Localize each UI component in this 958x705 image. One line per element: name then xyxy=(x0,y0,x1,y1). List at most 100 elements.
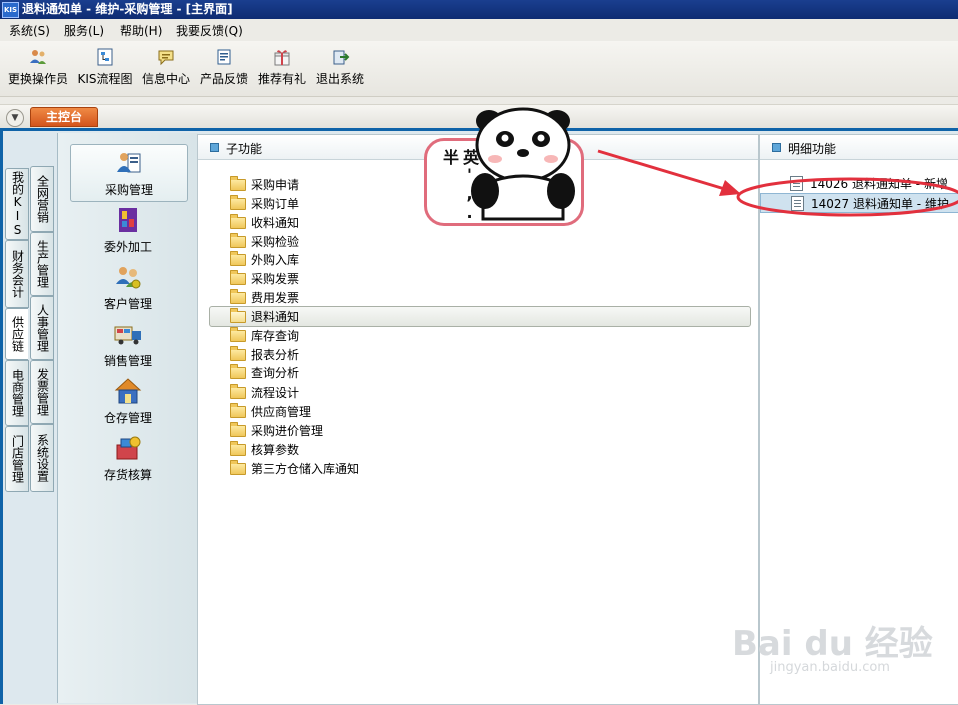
title-bar: KIS 退料通知单 - 维护-采购管理 - [主界面] xyxy=(0,0,958,19)
module-label: 销售管理 xyxy=(103,354,152,368)
folder-label: 查询分析 xyxy=(251,366,300,380)
tab-supply-chain[interactable]: 供应链 xyxy=(5,308,28,360)
folder-label: 退料通知 xyxy=(251,310,300,324)
panda-icon xyxy=(471,107,575,221)
tab-invoice[interactable]: 发票管理 xyxy=(30,360,54,424)
menu-service[interactable]: 服务(L) xyxy=(64,22,104,39)
watermark-url: jingyan.baidu.com xyxy=(770,660,890,675)
tab-store[interactable]: 门店管理 xyxy=(5,426,29,492)
product-feedback-button[interactable]: 产品反馈 xyxy=(198,47,250,93)
change-operator-button[interactable]: 更换操作员 xyxy=(6,47,70,93)
warehouse-icon xyxy=(114,378,142,404)
module-label: 客户管理 xyxy=(103,297,152,311)
module-label: 仓存管理 xyxy=(103,411,152,425)
folder-label: 第三方仓储入库通知 xyxy=(251,462,360,476)
folder-icon xyxy=(230,195,246,210)
info-center-button[interactable]: 信息中心 xyxy=(140,47,192,93)
module-outsourcing[interactable]: 委外加工 xyxy=(70,202,186,258)
folder-icon xyxy=(230,346,246,361)
document-icon xyxy=(790,176,803,191)
header-square-icon xyxy=(772,143,781,152)
customer-management-icon xyxy=(116,267,141,289)
folder-icon xyxy=(230,176,246,191)
flowchart-icon xyxy=(97,48,113,66)
folder-icon xyxy=(230,270,246,285)
gift-icon xyxy=(274,50,290,66)
chevron-down-icon[interactable]: ▼ xyxy=(6,109,24,127)
menu-system[interactable]: 系统(S) xyxy=(9,22,50,39)
module-sales[interactable]: 销售管理 xyxy=(70,316,186,372)
folder-icon xyxy=(230,384,246,399)
module-warehouse[interactable]: 仓存管理 xyxy=(70,373,186,429)
menu-feedback[interactable]: 我要反馈(Q) xyxy=(176,22,243,39)
tab-main-console[interactable]: 主控台 xyxy=(30,107,98,127)
toolbar-label: 推荐有礼 xyxy=(257,72,306,86)
toolbar-label: 产品反馈 xyxy=(199,72,248,86)
module-inventory-accounting[interactable]: 存货核算 xyxy=(70,430,186,486)
change-operator-icon xyxy=(30,50,46,64)
folder-item-selected[interactable]: 退料通知 xyxy=(209,306,751,327)
watermark-logo: Bai du 经验 xyxy=(732,624,933,664)
folder-label: 采购进价管理 xyxy=(251,424,324,438)
module-customer[interactable]: 客户管理 xyxy=(70,259,186,315)
folder-label: 供应商管理 xyxy=(251,405,312,419)
menu-bar: 系统(S) 服务(L) 帮助(H) 我要反馈(Q) xyxy=(0,19,958,40)
folder-label: 核算参数 xyxy=(251,443,300,457)
folder-label: 外购入库 xyxy=(251,253,300,267)
module-purchase[interactable]: 采购管理 xyxy=(70,144,188,202)
tab-marketing[interactable]: 全网营销 xyxy=(30,166,54,232)
folder-icon xyxy=(230,214,246,229)
folder-label: 采购检验 xyxy=(251,235,300,249)
module-label: 委外加工 xyxy=(103,240,152,254)
folder-label: 收料通知 xyxy=(251,216,300,230)
toolbar-label: 更换操作员 xyxy=(7,72,68,86)
folder-label: 流程设计 xyxy=(251,386,300,400)
outsourcing-icon xyxy=(119,208,137,232)
folder-icon xyxy=(230,364,246,379)
exit-system-button[interactable]: 退出系统 xyxy=(314,47,366,93)
detail-label: 14027 退料通知单 - 维护 xyxy=(811,197,949,211)
feedback-icon xyxy=(217,49,231,65)
detail-label: 14026 退料通知单 - 新增 xyxy=(810,177,948,191)
module-column: 采购管理 委外加工 客户管理 销售管理 仓存管理 存货核算 xyxy=(57,133,198,703)
sales-truck-icon xyxy=(114,326,141,345)
tab-my-kis[interactable]: 我的KIS xyxy=(5,168,29,240)
folder-icon xyxy=(230,233,246,248)
module-label: 存货核算 xyxy=(103,468,152,482)
menu-help[interactable]: 帮助(H) xyxy=(120,22,162,39)
folder-label: 库存查询 xyxy=(251,329,300,343)
folder-icon xyxy=(230,327,246,342)
folder-icon xyxy=(230,422,246,437)
tab-finance[interactable]: 财务会计 xyxy=(5,240,29,308)
toolbar-label: 退出系统 xyxy=(315,72,364,86)
window-title: 退料通知单 - 维护-采购管理 - [主界面] xyxy=(22,2,233,16)
inventory-accounting-icon xyxy=(116,436,141,460)
recommend-gift-button[interactable]: 推荐有礼 xyxy=(256,47,308,93)
subfunction-title: 子功能 xyxy=(226,142,263,156)
folder-icon xyxy=(230,460,246,475)
exit-icon xyxy=(333,50,350,65)
app-logo-icon: KIS xyxy=(2,2,19,18)
header-square-icon xyxy=(210,143,219,152)
folder-icon xyxy=(230,251,246,266)
toolbar-label: 信息中心 xyxy=(141,72,190,86)
folder-icon xyxy=(230,403,246,418)
folder-label: 采购订单 xyxy=(251,197,300,211)
toolbar-label: KIS流程图 xyxy=(77,72,133,86)
purchase-management-icon xyxy=(117,153,141,173)
module-label: 采购管理 xyxy=(104,183,153,197)
tab-production[interactable]: 生产管理 xyxy=(30,232,54,296)
message-center-icon xyxy=(158,50,174,66)
tab-system-settings[interactable]: 系统设置 xyxy=(30,424,54,492)
folder-label: 采购申请 xyxy=(251,178,300,192)
folder-icon xyxy=(230,289,246,304)
open-folder-icon xyxy=(230,308,246,323)
sticker-badge: 英',.半 xyxy=(424,107,584,226)
detail-title: 明细功能 xyxy=(788,142,837,156)
kis-flowchart-button[interactable]: KIS流程图 xyxy=(76,47,134,93)
detail-item-selected[interactable]: 14027 退料通知单 - 维护 xyxy=(760,193,958,213)
tab-hr[interactable]: 人事管理 xyxy=(30,296,54,360)
tab-ecommerce[interactable]: 电商管理 xyxy=(5,360,29,426)
folder-label: 采购发票 xyxy=(251,272,300,286)
folder-label: 费用发票 xyxy=(251,291,300,305)
